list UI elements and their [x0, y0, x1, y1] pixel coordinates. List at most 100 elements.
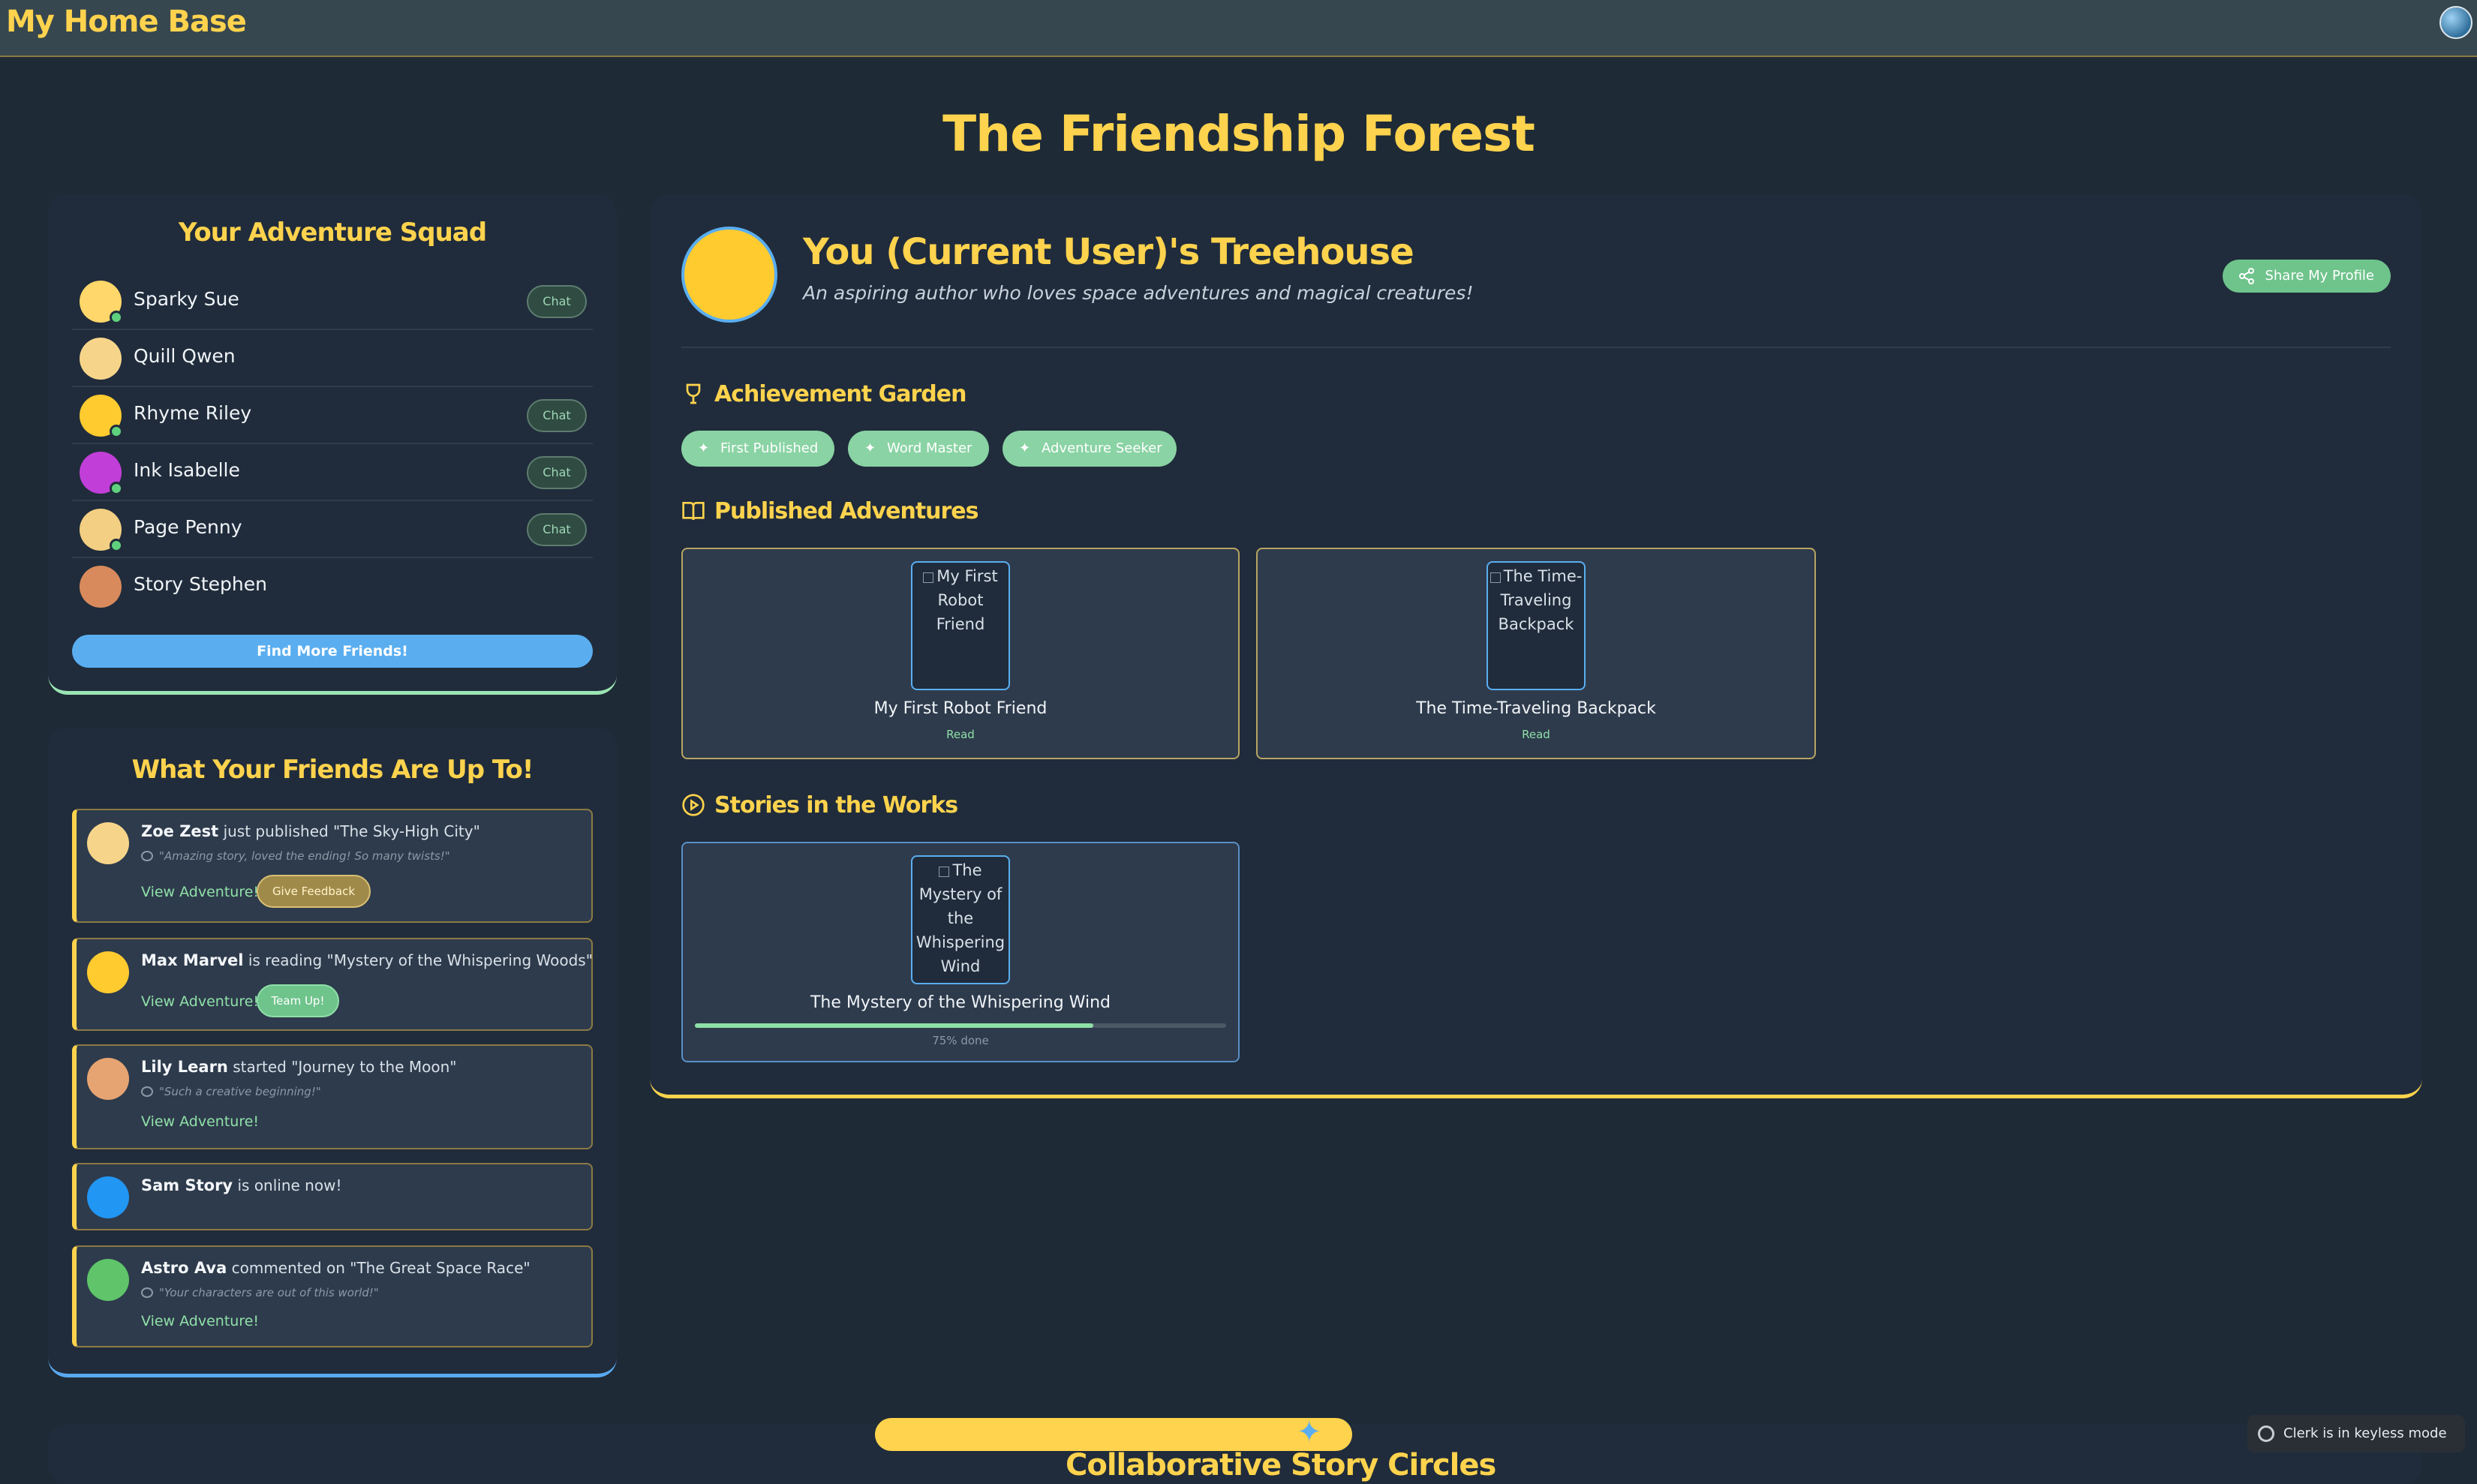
clerk-keyless-notice[interactable]: Clerk is in keyless mode	[2247, 1415, 2465, 1452]
activity-text: is online now!	[233, 1176, 342, 1194]
book-icon	[682, 502, 705, 521]
squad-member[interactable]: Rhyme Riley Chat	[72, 387, 593, 444]
treehouse-panel: You (Current User)'s Treehouse An aspiri…	[650, 194, 2422, 1098]
progress-bar	[695, 1023, 1226, 1028]
broken-image-icon	[939, 867, 950, 877]
chat-button[interactable]: Chat	[527, 285, 587, 318]
squad-member[interactable]: Quill Qwen	[72, 330, 593, 387]
avatar	[87, 951, 129, 993]
user-avatar[interactable]	[2439, 6, 2472, 39]
avatar	[87, 1259, 129, 1301]
story-cover-image[interactable]: My First Robot Friend	[911, 561, 1010, 690]
profile-name: You (Current User)'s Treehouse	[803, 231, 1414, 273]
achievement-badge: ✦ Adventure Seeker	[1003, 431, 1177, 467]
page-title: The Friendship Forest	[942, 105, 1535, 163]
member-name: Ink Isabelle	[134, 459, 240, 481]
play-circle-icon	[682, 794, 705, 816]
avatar	[80, 452, 123, 495]
friend-name[interactable]: Astro Ava	[141, 1259, 227, 1277]
share-profile-label: Share My Profile	[2265, 268, 2374, 284]
view-adventure-link[interactable]: View Adventure!	[141, 1113, 259, 1130]
share-profile-button[interactable]: Share My Profile	[2223, 260, 2391, 293]
achievement-badge: ✦ First Published	[681, 431, 834, 467]
story-title: The Time-Traveling Backpack	[1416, 699, 1656, 718]
published-story-card[interactable]: My First Robot Friend My First Robot Fri…	[681, 548, 1240, 759]
avatar	[80, 338, 122, 380]
trophy-icon	[686, 383, 701, 404]
wip-story-card[interactable]: The Mystery of the Whispering Wind The M…	[681, 842, 1240, 1062]
brand-logo[interactable]: My Home Base	[6, 5, 247, 39]
broken-image-icon	[923, 572, 934, 583]
share-icon	[2239, 268, 2254, 284]
activity-text: just published "The Sky-High City"	[218, 822, 480, 840]
activity-text: is reading "Mystery of the Whispering Wo…	[243, 951, 593, 969]
member-name: Story Stephen	[134, 573, 267, 595]
find-more-friends-button[interactable]: Find More Friends!	[72, 635, 593, 668]
clerk-icon	[2258, 1425, 2274, 1442]
top-bar: My Home Base	[0, 0, 2477, 57]
friend-name[interactable]: Zoe Zest	[141, 822, 218, 840]
avatar	[80, 509, 123, 552]
divider	[681, 347, 2391, 348]
chat-button[interactable]: Chat	[527, 513, 587, 546]
activity-text: started "Journey to the Moon"	[227, 1058, 457, 1076]
story-title: The Mystery of the Whispering Wind	[810, 993, 1111, 1012]
squad-member[interactable]: Page Penny Chat	[72, 501, 593, 558]
story-cover-image[interactable]: The Time-Traveling Backpack	[1487, 561, 1586, 690]
story-title: My First Robot Friend	[873, 699, 1048, 718]
achievement-section-title: Achievement Garden	[681, 381, 966, 407]
story-circles-title: Collaborative Story Circles	[1066, 1448, 1496, 1482]
activity-quote: "Such a creative beginning!"	[159, 1085, 321, 1098]
published-story-card[interactable]: The Time-Traveling Backpack The Time-Tra…	[1256, 548, 1816, 759]
team-up-button[interactable]: Team Up!	[257, 984, 339, 1017]
activity-card: Sam Story is online now!	[72, 1163, 593, 1230]
achievement-badge: ✦ Word Master	[848, 431, 989, 467]
activity-card: Max Marvel is reading "Mystery of the Wh…	[72, 938, 593, 1031]
read-link[interactable]: Read	[683, 728, 1238, 741]
view-adventure-link[interactable]: View Adventure!	[141, 993, 259, 1010]
avatar	[87, 1176, 129, 1218]
avatar	[80, 281, 123, 324]
member-name: Page Penny	[134, 516, 242, 538]
sparkle-icon: ✦	[1019, 440, 1031, 456]
broken-image-icon	[1490, 572, 1501, 583]
avatar	[80, 395, 123, 438]
member-name: Quill Qwen	[134, 345, 236, 367]
works-section-title: Stories in the Works	[681, 792, 958, 819]
feed-title: What Your Friends Are Up To!	[131, 755, 534, 785]
online-indicator	[110, 539, 123, 552]
online-indicator	[110, 482, 123, 495]
read-link[interactable]: Read	[1258, 728, 1814, 741]
member-name: Sparky Sue	[134, 288, 239, 310]
squad-member[interactable]: Story Stephen	[72, 558, 593, 615]
activity-card: Zoe Zest just published "The Sky-High Ci…	[72, 809, 593, 923]
published-section-title: Published Adventures	[681, 498, 979, 524]
progress-fill	[695, 1023, 1093, 1028]
comment-icon	[141, 851, 153, 861]
comment-icon	[141, 1287, 153, 1298]
comment-icon	[141, 1086, 153, 1097]
squad-member[interactable]: Sparky Sue Chat	[72, 273, 593, 330]
squad-title: Your Adventure Squad	[178, 218, 487, 248]
story-cover-image[interactable]: The Mystery of the Whispering Wind	[911, 855, 1010, 984]
friend-name[interactable]: Max Marvel	[141, 951, 243, 969]
chat-button[interactable]: Chat	[527, 456, 587, 489]
friends-activity-panel: What Your Friends Are Up To! Zoe Zest ju…	[48, 728, 617, 1377]
friend-name[interactable]: Lily Learn	[141, 1058, 228, 1076]
squad-member[interactable]: Ink Isabelle Chat	[72, 444, 593, 501]
avatar	[87, 822, 129, 864]
friend-name[interactable]: Sam Story	[141, 1176, 233, 1194]
activity-card: Lily Learn started "Journey to the Moon"…	[72, 1044, 593, 1149]
sparkle-icon: ✦	[1297, 1415, 1322, 1449]
sparkle-icon: ✦	[864, 440, 876, 456]
decorative-banner	[875, 1418, 1352, 1451]
give-feedback-button[interactable]: Give Feedback	[257, 875, 371, 908]
sparkle-icon: ✦	[698, 440, 710, 456]
activity-text: commented on "The Great Space Race"	[227, 1259, 531, 1277]
activity-quote: "Your characters are out of this world!"	[159, 1286, 379, 1299]
chat-button[interactable]: Chat	[527, 399, 587, 432]
view-adventure-link[interactable]: View Adventure!	[141, 1313, 259, 1329]
view-adventure-link[interactable]: View Adventure!	[141, 884, 259, 900]
activity-card: Astro Ava commented on "The Great Space …	[72, 1245, 593, 1347]
progress-label: 75% done	[932, 1034, 989, 1047]
